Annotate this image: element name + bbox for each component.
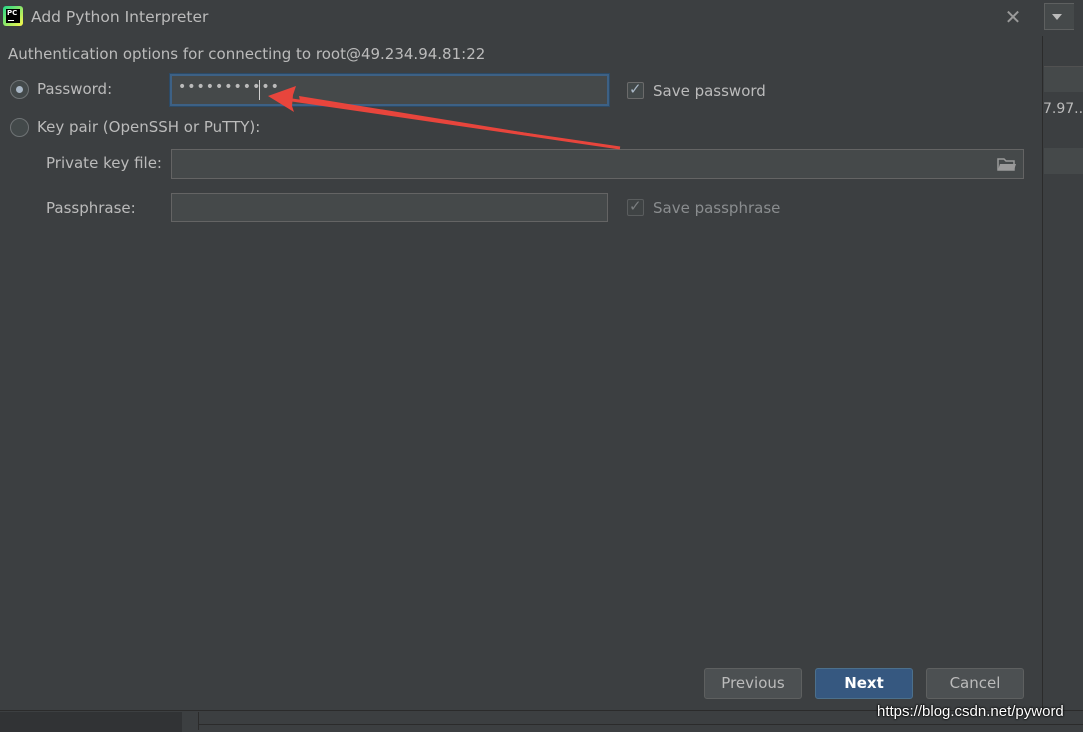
keypair-radio[interactable]: [10, 118, 29, 137]
password-input[interactable]: •••••••••••: [170, 74, 609, 106]
passphrase-input[interactable]: [171, 193, 608, 222]
passphrase-label: Passphrase:: [46, 199, 136, 217]
background-truncated-text: 7.97...: [1043, 101, 1083, 117]
save-passphrase-label[interactable]: Save passphrase: [653, 199, 780, 217]
save-passphrase-checkbox[interactable]: ✓: [627, 197, 644, 216]
title-bar: PC Add Python Interpreter ✕: [0, 0, 1043, 36]
previous-button[interactable]: Previous: [704, 668, 802, 699]
background-dropdown[interactable]: [1044, 3, 1074, 30]
add-python-interpreter-dialog: PC Add Python Interpreter ✕ Authenticati…: [0, 0, 1043, 710]
auth-heading: Authentication options for connecting to…: [8, 45, 486, 63]
save-password-label[interactable]: Save password: [653, 82, 766, 100]
password-value: •••••••••••: [178, 79, 280, 95]
background-row-band: [1044, 148, 1083, 174]
background-bottom-panel: [0, 712, 182, 732]
save-password-checkbox[interactable]: ✓: [627, 80, 644, 99]
dialog-title: Add Python Interpreter: [31, 8, 209, 26]
folder-icon[interactable]: [997, 156, 1017, 172]
password-radio[interactable]: [10, 80, 29, 99]
private-key-input[interactable]: [171, 149, 1024, 179]
cancel-button[interactable]: Cancel: [926, 668, 1024, 699]
password-radio-label[interactable]: Password:: [37, 80, 112, 98]
keypair-radio-label[interactable]: Key pair (OpenSSH or PuTTY):: [37, 118, 260, 136]
private-key-label: Private key file:: [46, 154, 162, 172]
checkmark-icon: ✓: [629, 80, 642, 98]
close-icon[interactable]: ✕: [1000, 4, 1026, 30]
watermark: https://blog.csdn.net/pyword: [877, 703, 1064, 720]
pycharm-icon: PC: [3, 6, 23, 26]
divider: [198, 724, 1083, 725]
next-button[interactable]: Next: [815, 668, 913, 699]
background-header-band: [1044, 66, 1083, 92]
text-caret: [259, 80, 260, 100]
chevron-down-icon: [1052, 14, 1062, 20]
app-icon-text: PC: [6, 9, 20, 23]
checkmark-icon: ✓: [629, 197, 642, 215]
divider: [198, 712, 199, 730]
